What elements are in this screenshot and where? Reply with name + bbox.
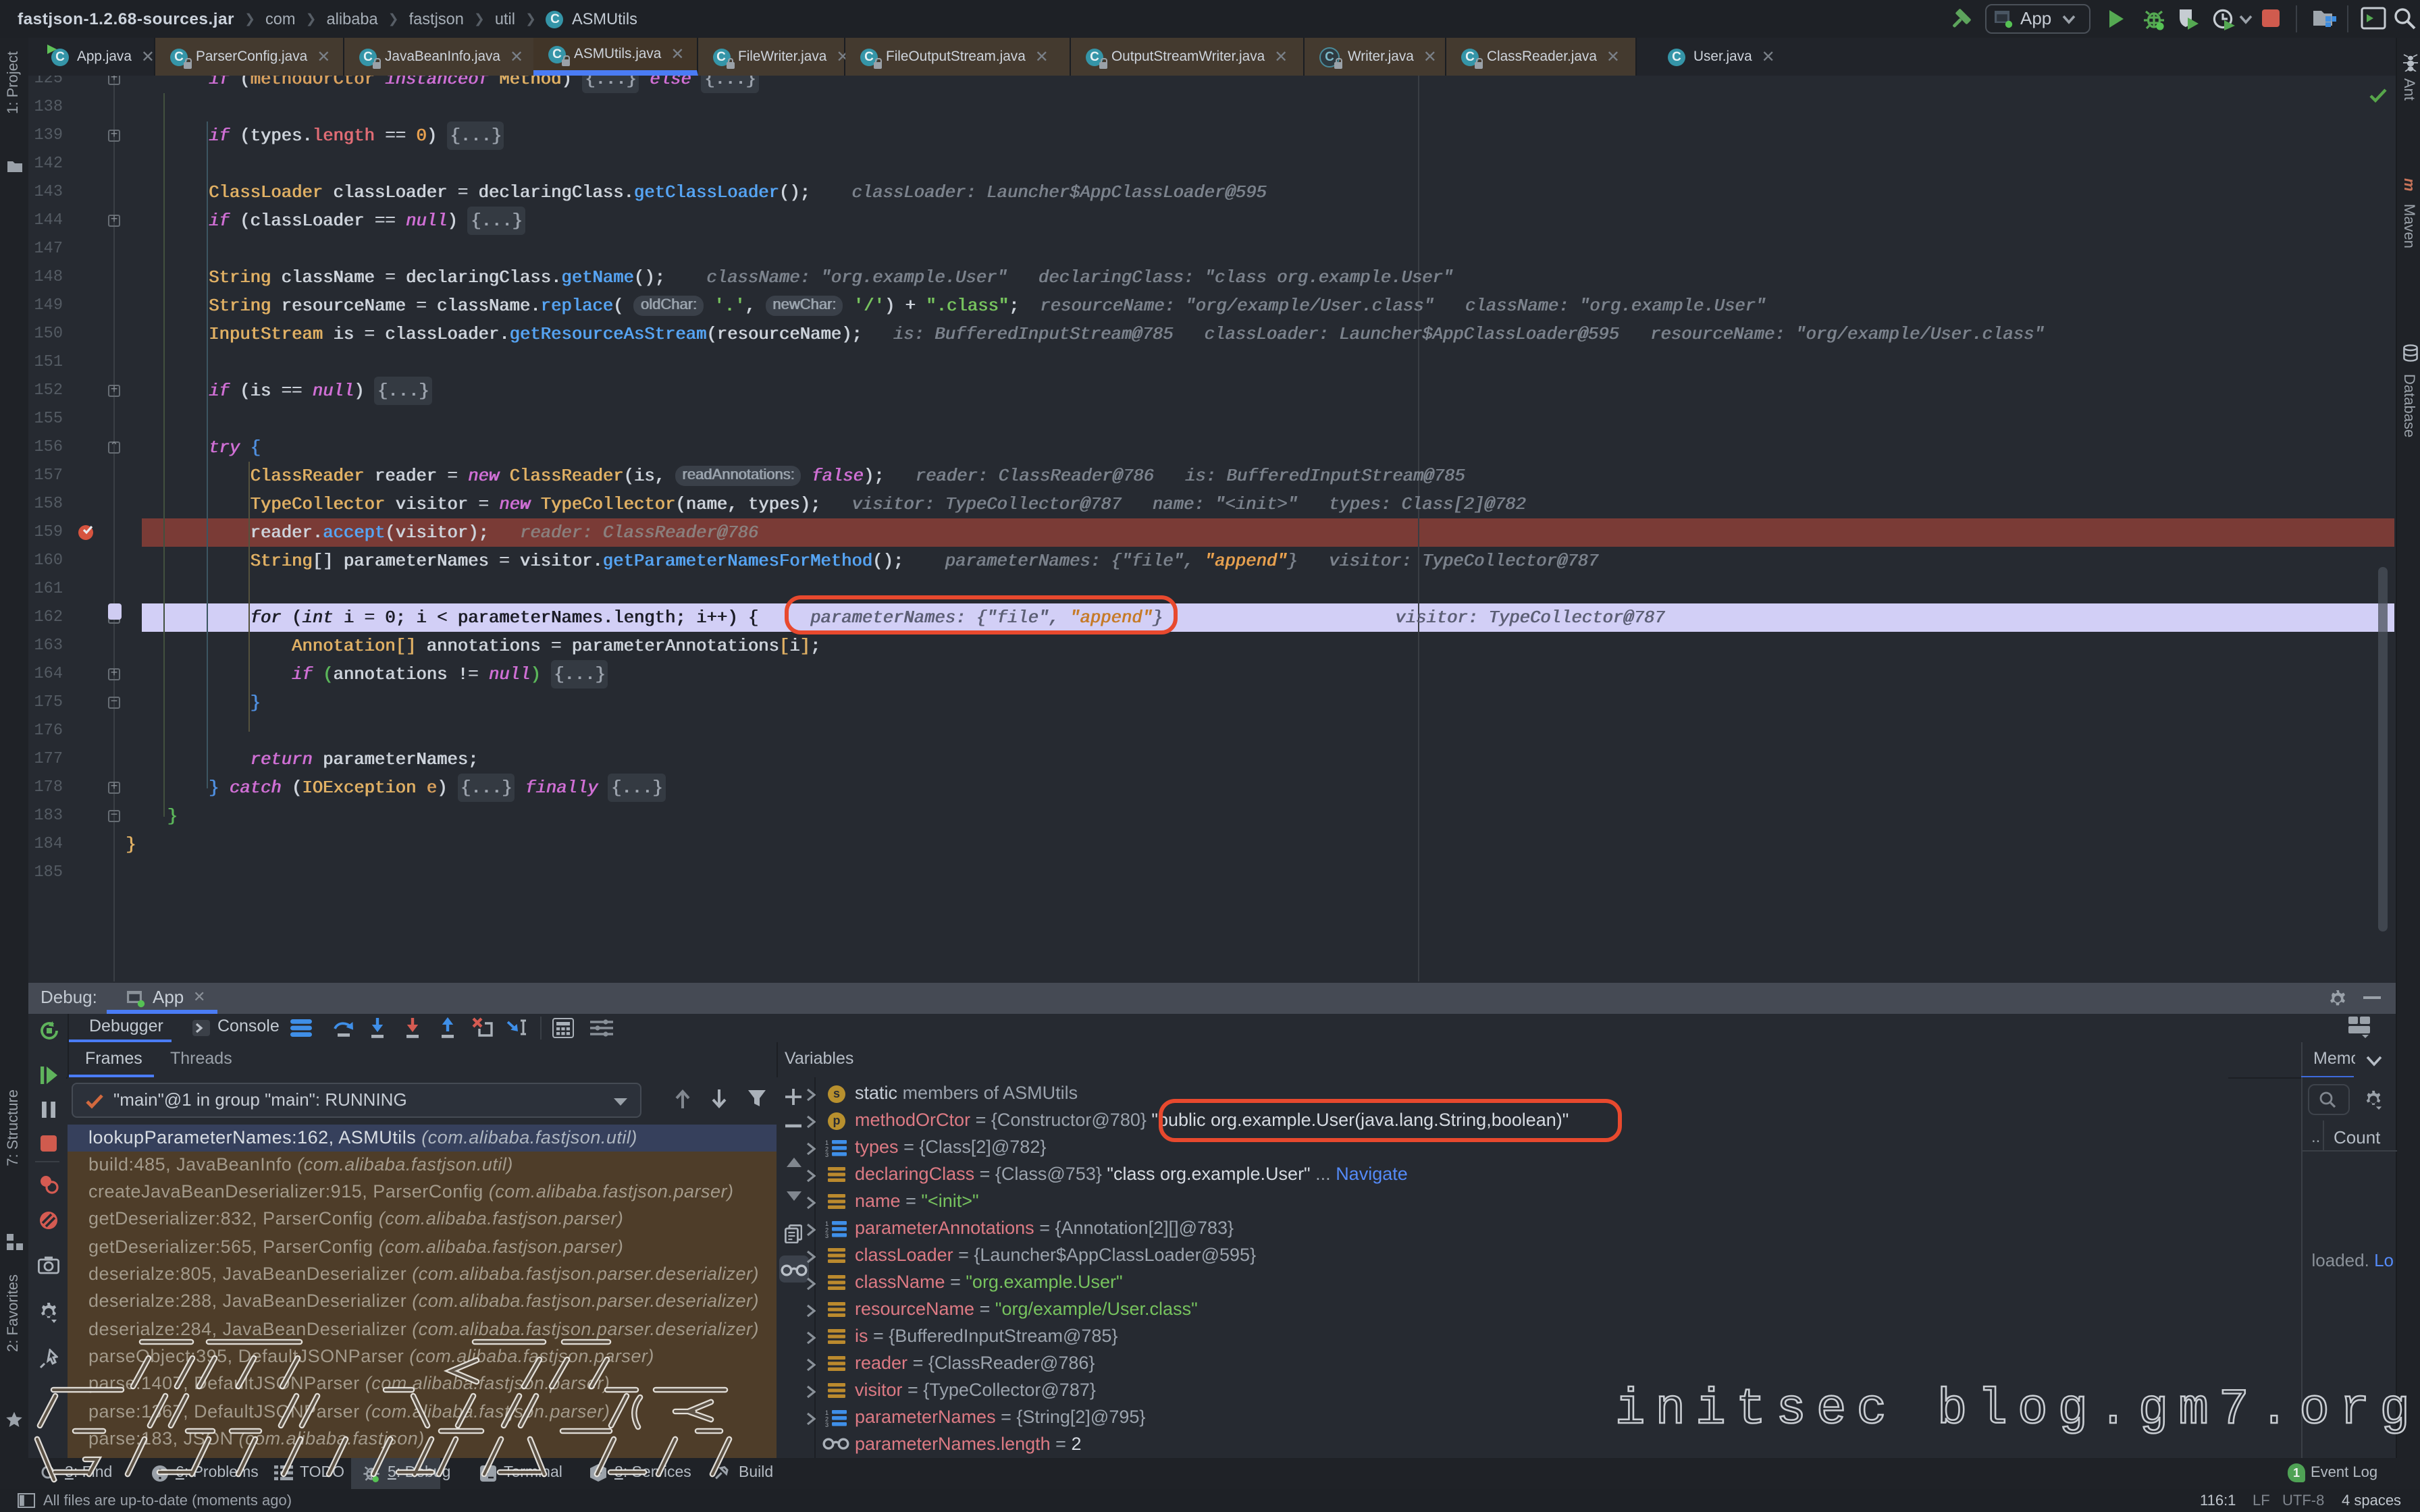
- svg-text:3: 3: [825, 1421, 828, 1426]
- svg-text:3: 3: [825, 1151, 828, 1156]
- svg-text:3: 3: [825, 1232, 828, 1237]
